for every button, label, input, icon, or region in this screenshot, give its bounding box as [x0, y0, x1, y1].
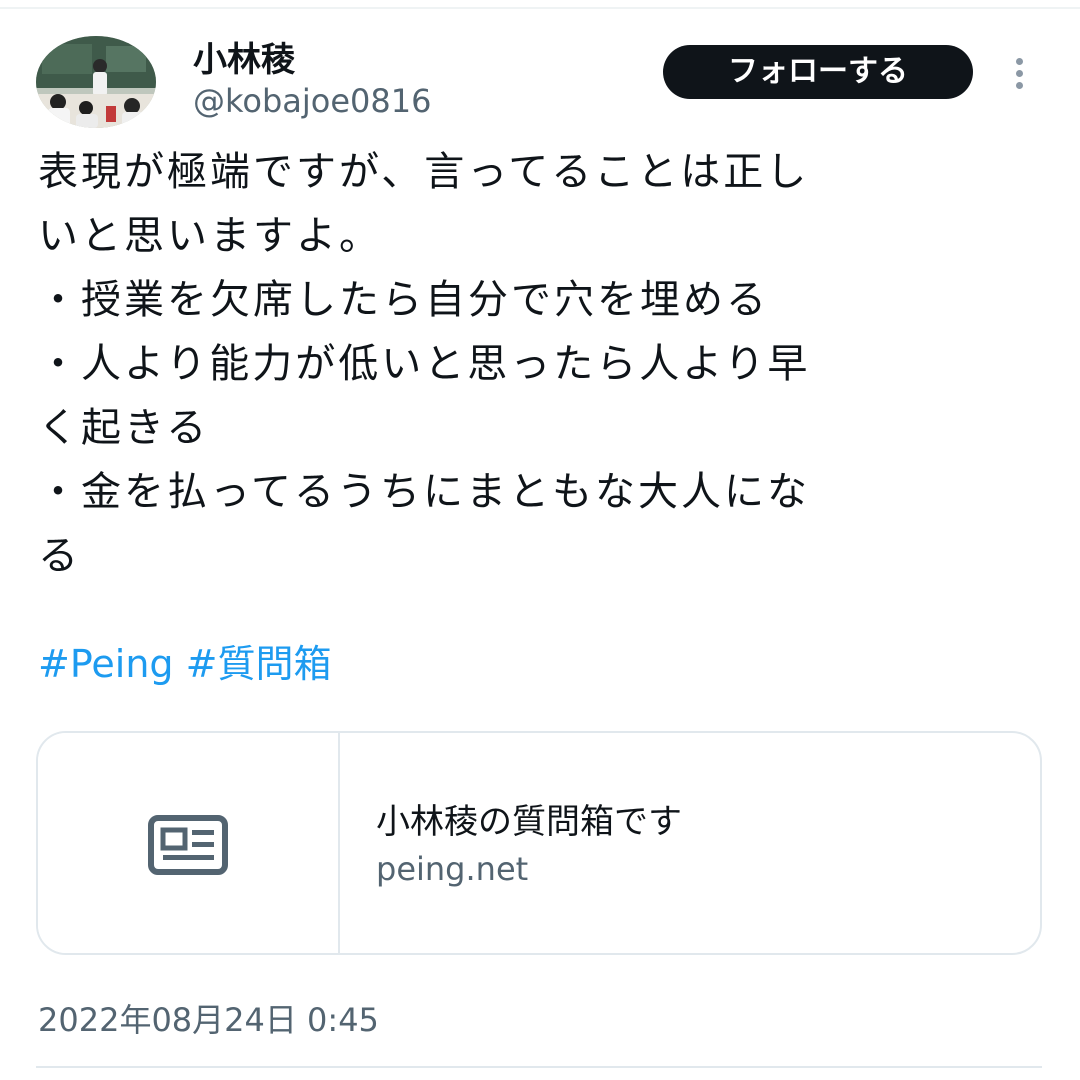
hashtag-peing[interactable]: #Peing — [38, 642, 174, 686]
more-dot — [1016, 58, 1023, 65]
avatar-photo — [36, 36, 156, 128]
article-icon — [148, 815, 228, 875]
link-card-domain: peing.net — [376, 850, 529, 888]
tweet-text-line: ・金を払ってるうちにまともな大人にな — [38, 469, 810, 515]
tweet-text-line: く起きる — [38, 405, 210, 451]
tweet-text-line: いと思いますよ。 — [38, 213, 382, 259]
tweet-text-line: 表現が極端ですが、言ってることは正し — [38, 149, 810, 195]
link-card-thumbnail — [38, 733, 340, 953]
top-divider — [0, 7, 1080, 9]
bottom-divider — [36, 1066, 1042, 1068]
tweet-timestamp[interactable]: 2022年08月24日 0:45 — [38, 996, 379, 1044]
link-card[interactable]: 小林稜の質問箱です peing.net — [36, 731, 1042, 955]
more-dot — [1016, 82, 1023, 89]
follow-button[interactable]: フォローする — [663, 45, 973, 99]
more-dot — [1016, 70, 1023, 77]
tweet-page: 小林稜 @kobajoe0816 フォローする 表現が極端ですが、言ってることは… — [0, 0, 1080, 1080]
tweet-text-line: ・人より能力が低いと思ったら人より早 — [38, 341, 811, 387]
more-vertical-icon[interactable] — [1000, 52, 1040, 96]
avatar[interactable] — [36, 36, 156, 128]
tweet-text: 表現が極端ですが、言ってることは正し いと思いますよ。 ・授業を欠席したら自分で… — [38, 140, 1048, 588]
hashtags: #Peing #質問箱 — [38, 634, 331, 694]
hashtag-question-box[interactable]: #質問箱 — [186, 642, 332, 686]
user-handle[interactable]: @kobajoe0816 — [193, 80, 431, 122]
display-name[interactable]: 小林稜 — [193, 38, 295, 82]
link-card-title: 小林稜の質問箱です — [376, 802, 682, 842]
tweet-text-line: ・授業を欠席したら自分で穴を埋める — [38, 277, 769, 323]
tweet-text-line: る — [38, 533, 81, 579]
